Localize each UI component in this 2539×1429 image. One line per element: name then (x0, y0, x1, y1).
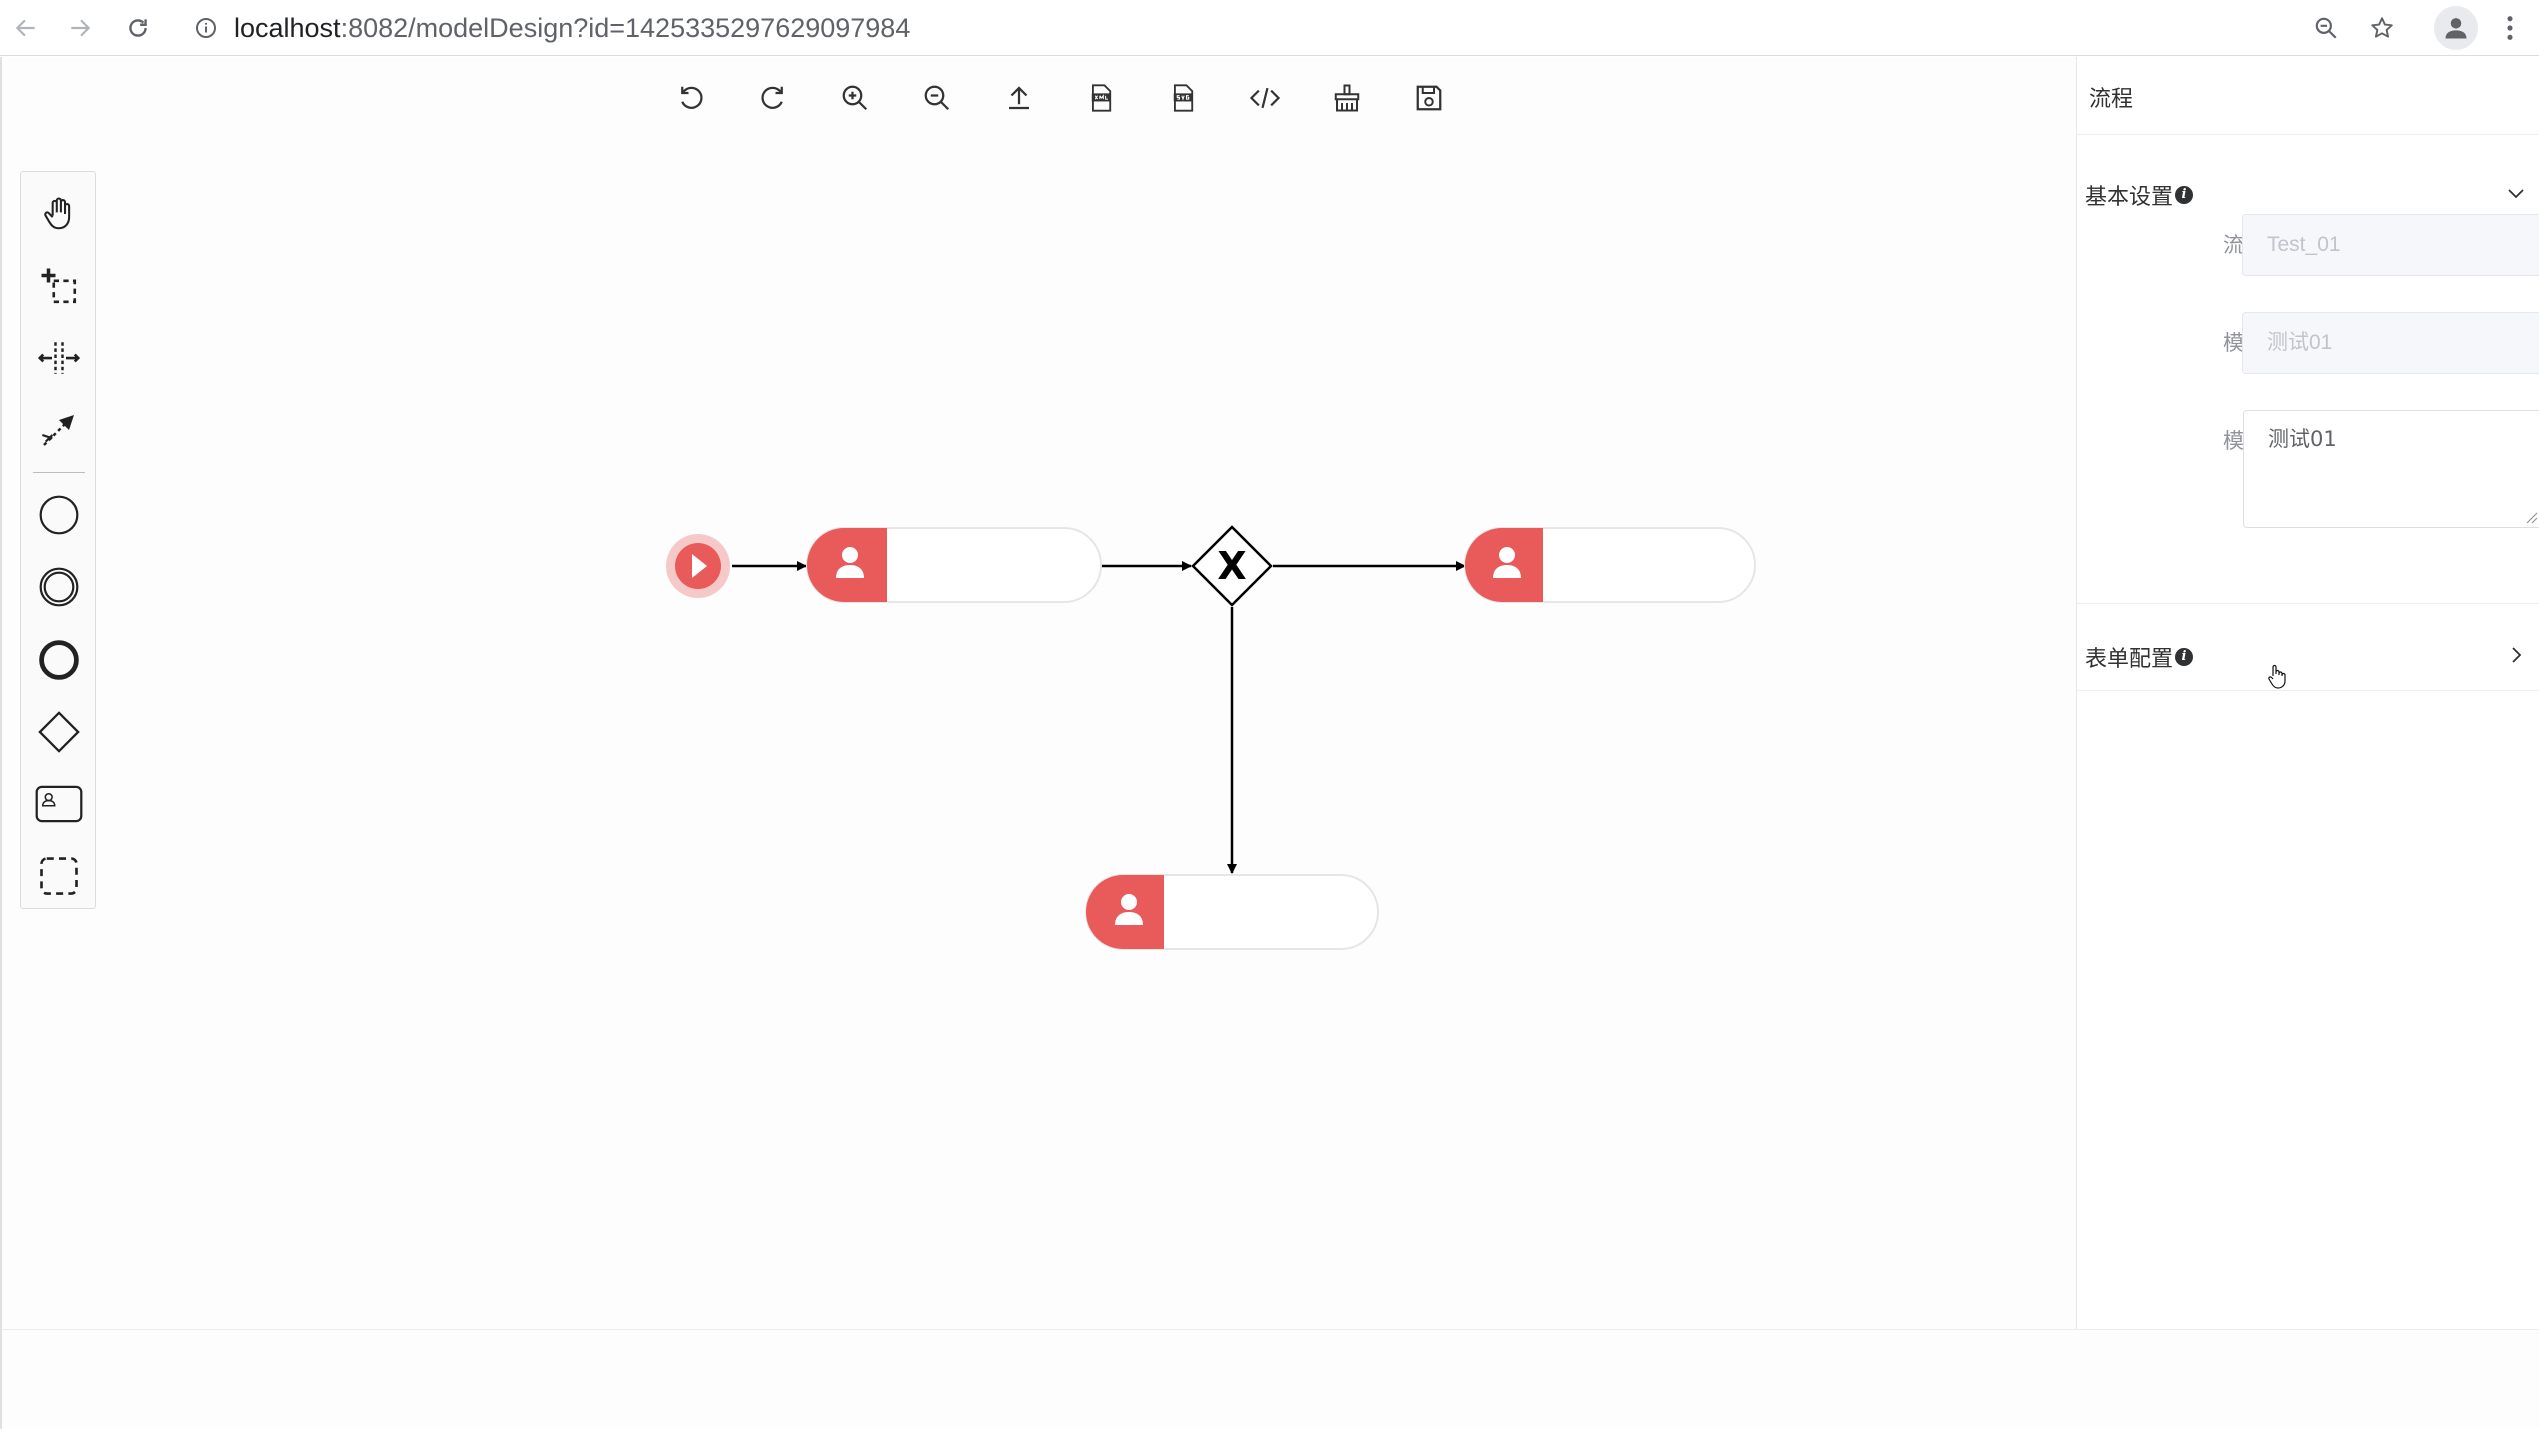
panel-title: 流程 (2089, 87, 2134, 112)
basic-settings-label: 基本设置 (2085, 185, 2174, 210)
start-event[interactable] (666, 534, 730, 598)
star-icon[interactable] (2362, 8, 2402, 48)
canvas-footer (0, 1329, 2539, 1429)
chevron-down-icon (2508, 189, 2524, 199)
divider (2077, 603, 2539, 604)
user-task[interactable] (1085, 874, 1379, 950)
resize-handle-icon[interactable] (2524, 510, 2538, 524)
more-vert-icon[interactable] (2490, 8, 2530, 48)
zoom-icon[interactable] (2306, 8, 2346, 48)
user-task[interactable] (1464, 527, 1756, 603)
gateway-symbol: X (1217, 544, 1246, 588)
chevron-right-icon (2512, 647, 2522, 663)
process-key-input[interactable]: Test_01 (2242, 214, 2539, 276)
form-config-header[interactable]: 表单配置 i (2077, 619, 2539, 691)
form-config-title: 表单配置 i (2085, 641, 2194, 673)
panel-header: 流程 (2077, 57, 2539, 135)
model-desc-textarea[interactable]: 测试01 (2243, 410, 2539, 528)
profile-icon[interactable] (2434, 6, 2478, 50)
info-icon: i (2175, 186, 2194, 204)
form-config-label: 表单配置 (2085, 647, 2174, 672)
model-name-input[interactable]: 测试01 (2242, 312, 2539, 374)
basic-settings-title: 基本设置 i (2085, 179, 2194, 211)
hand-cursor-icon (2268, 664, 2286, 689)
info-icon: i (2175, 648, 2194, 666)
process-diagram: X (666, 525, 1756, 950)
user-task[interactable] (806, 527, 1102, 603)
exclusive-gateway[interactable]: X (1191, 525, 1273, 607)
